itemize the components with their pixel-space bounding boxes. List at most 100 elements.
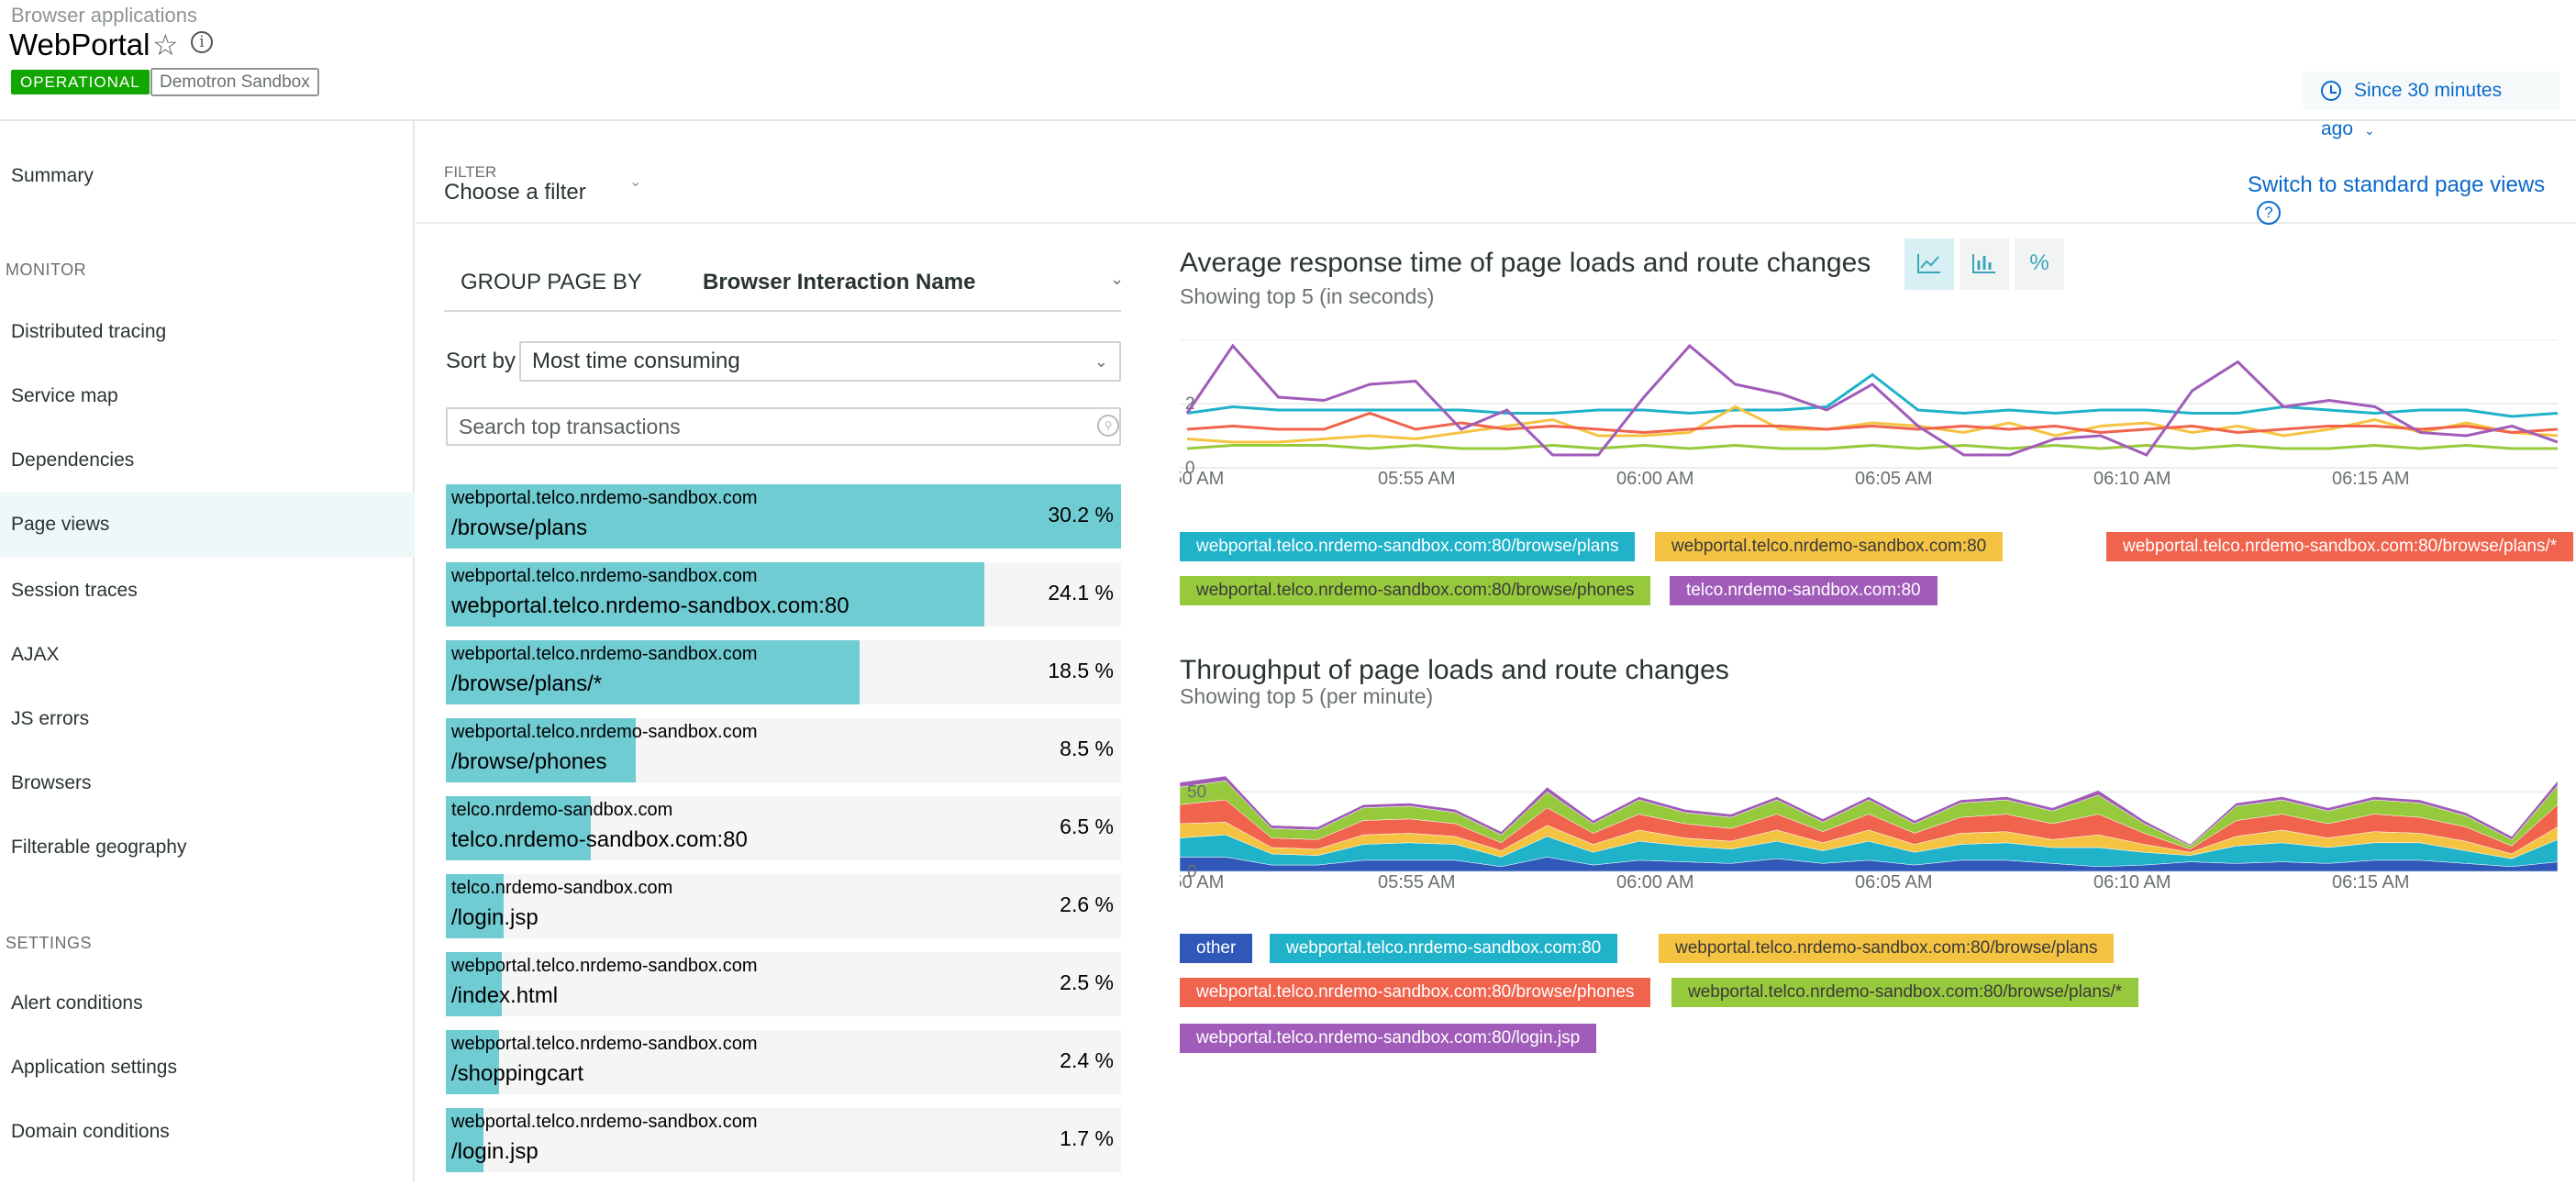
chart-subtitle: Showing top 5 (in seconds) xyxy=(1180,284,1435,308)
sidebar-item-service-map[interactable]: Service map xyxy=(0,364,415,428)
transaction-row[interactable]: webportal.telco.nrdemo-sandbox.com/shopp… xyxy=(446,1030,1121,1094)
legend-item[interactable]: webportal.telco.nrdemo-sandbox.com:80/br… xyxy=(2106,532,2574,561)
filter-label: FILTER xyxy=(444,163,497,181)
transaction-row[interactable]: webportal.telco.nrdemo-sandbox.com/brows… xyxy=(446,640,1121,704)
transaction-percent: 24.1 % xyxy=(1048,581,1114,604)
clock-icon xyxy=(2321,81,2341,101)
x-tick-label: :50 AM xyxy=(1180,469,1224,486)
transaction-percent: 1.7 % xyxy=(1060,1126,1114,1150)
line-chart-icon[interactable] xyxy=(1904,238,1954,290)
group-by-value[interactable]: Browser Interaction Name xyxy=(703,270,975,295)
sidebar-item-dependencies[interactable]: Dependencies xyxy=(0,428,415,493)
transaction-row[interactable]: webportal.telco.nrdemo-sandbox.com webpor… xyxy=(446,562,1121,626)
transaction-percent: 18.5 % xyxy=(1048,659,1114,682)
sidebar-item-application-settings[interactable]: Application settings xyxy=(0,1036,415,1100)
x-tick-label: 05:55 AM xyxy=(1378,872,1456,890)
switch-view-label[interactable]: Switch to standard page views xyxy=(2248,172,2545,197)
transaction-row[interactable]: webportal.telco.nrdemo-sandbox.com/brows… xyxy=(446,484,1121,549)
legend-item[interactable]: webportal.telco.nrdemo-sandbox.com:80 xyxy=(1270,934,1618,963)
time-picker[interactable]: Since 30 minutes ago ⌄ xyxy=(2303,72,2559,139)
app-header: Browser applications WebPortal ☆ i OPERA… xyxy=(0,0,2576,139)
legend-item[interactable]: webportal.telco.nrdemo-sandbox.com:80/br… xyxy=(1671,978,2139,1007)
percent-button[interactable]: % xyxy=(2015,238,2064,290)
info-icon[interactable]: i xyxy=(191,31,213,53)
transaction-name: /login.jsp xyxy=(451,1139,539,1164)
transaction-percent: 6.5 % xyxy=(1060,815,1114,838)
sidebar-item-summary[interactable]: Summary xyxy=(0,144,415,208)
status-badge: OPERATIONAL xyxy=(11,70,150,94)
throughput-chart-header: Throughput of page loads and route chang… xyxy=(1180,655,1729,709)
x-tick-label: :50 AM xyxy=(1180,872,1224,890)
transaction-host: webportal.telco.nrdemo-sandbox.com xyxy=(451,722,758,742)
sidebar-item-domain-conditions[interactable]: Domain conditions xyxy=(0,1100,415,1164)
sidebar-heading-settings: SETTINGS xyxy=(6,934,93,952)
filter-bar: FILTER Choose a filter ⌄ Switch to stand… xyxy=(416,121,2576,225)
transaction-host: webportal.telco.nrdemo-sandbox.com xyxy=(451,488,758,508)
search-icon[interactable]: ⚲ xyxy=(1097,415,1119,437)
response-time-chart-header: Average response time of page loads and … xyxy=(1180,248,1871,309)
transaction-host: webportal.telco.nrdemo-sandbox.com xyxy=(451,1034,758,1054)
transaction-percent: 2.5 % xyxy=(1060,970,1114,994)
help-icon[interactable]: ? xyxy=(2257,201,2281,225)
transaction-percent: 2.4 % xyxy=(1060,1048,1114,1072)
x-tick-label: 06:00 AM xyxy=(1616,872,1694,890)
transaction-list: webportal.telco.nrdemo-sandbox.com/brows… xyxy=(446,484,1121,1186)
transaction-host: telco.nrdemo-sandbox.com xyxy=(451,878,673,898)
x-tick-label: 06:15 AM xyxy=(2332,872,2410,890)
chevron-down-icon[interactable]: ⌄ xyxy=(629,172,641,191)
legend-item[interactable]: webportal.telco.nrdemo-sandbox.com:80/br… xyxy=(1180,978,1651,1007)
transaction-percent: 30.2 % xyxy=(1048,503,1114,526)
switch-view-link[interactable]: Switch to standard page views? xyxy=(2248,172,2576,225)
sidebar-item-session-traces[interactable]: Session traces xyxy=(0,559,415,623)
sort-label: Sort by xyxy=(446,349,516,373)
legend-item[interactable]: webportal.telco.nrdemo-sandbox.com:80/br… xyxy=(1659,934,2115,963)
transaction-host: webportal.telco.nrdemo-sandbox.com xyxy=(451,1112,758,1132)
legend-item[interactable]: webportal.telco.nrdemo-sandbox.com:80/br… xyxy=(1180,532,1636,561)
transaction-name: /login.jsp xyxy=(451,905,539,930)
sidebar-item-js-errors[interactable]: JS errors xyxy=(0,687,415,751)
sidebar-item-page-views[interactable]: Page views xyxy=(0,493,415,557)
chevron-down-icon: ⌄ xyxy=(1094,352,1108,371)
sidebar-item-filterable-geography[interactable]: Filterable geography xyxy=(0,815,415,880)
transaction-name: /browse/plans/* xyxy=(451,671,603,696)
chevron-down-icon[interactable]: ⌄ xyxy=(1110,270,1124,289)
transaction-row[interactable]: webportal.telco.nrdemo-sandbox.com/brows… xyxy=(446,718,1121,782)
sidebar: Summary MONITOR Distributed tracing Serv… xyxy=(0,121,415,1181)
group-by-dropdown[interactable]: GROUP PAGE BY Browser Interaction Name ⌄ xyxy=(444,259,1124,312)
sidebar-item-distributed-tracing[interactable]: Distributed tracing xyxy=(0,300,415,364)
sidebar-heading-monitor: MONITOR xyxy=(6,260,87,279)
y-tick-label: 50 xyxy=(1187,782,1206,802)
filter-dropdown[interactable]: Choose a filter xyxy=(444,180,586,205)
transaction-name: /browse/phones xyxy=(451,749,607,774)
transaction-name: /shoppingcart xyxy=(451,1061,584,1086)
x-tick-label: 06:10 AM xyxy=(2093,872,2171,890)
chart-subtitle: Showing top 5 (per minute) xyxy=(1180,684,1434,708)
transaction-row[interactable]: telco.nrdemo-sandbox.com/login.jsp 2.6 % xyxy=(446,874,1121,938)
bar-chart-icon[interactable] xyxy=(1960,238,2009,290)
transaction-percent: 8.5 % xyxy=(1060,737,1114,760)
transaction-row[interactable]: webportal.telco.nrdemo-sandbox.com/index… xyxy=(446,952,1121,1016)
legend-item[interactable]: webportal.telco.nrdemo-sandbox.com:80/lo… xyxy=(1180,1024,1597,1053)
transaction-row[interactable]: telco.nrdemo-sandbox.com telco.nrdemo-san… xyxy=(446,796,1121,860)
legend-item[interactable]: webportal.telco.nrdemo-sandbox.com:80/br… xyxy=(1180,576,1651,605)
breadcrumb[interactable]: Browser applications xyxy=(11,4,197,28)
sidebar-item-alert-conditions[interactable]: Alert conditions xyxy=(0,971,415,1036)
sidebar-item-ajax[interactable]: AJAX xyxy=(0,623,415,687)
legend-item[interactable]: telco.nrdemo-sandbox.com:80 xyxy=(1670,576,1938,605)
sidebar-item-browsers[interactable]: Browsers xyxy=(0,751,415,815)
legend-item[interactable]: webportal.telco.nrdemo-sandbox.com:80 xyxy=(1655,532,2004,561)
sort-value: Most time consuming xyxy=(532,349,740,373)
sort-select[interactable]: Most time consuming ⌄ xyxy=(519,341,1121,382)
throughput-area-chart: 050:50 AM05:55 AM06:00 AM06:05 AM06:10 A… xyxy=(1180,775,2558,890)
legend-item[interactable]: other xyxy=(1180,934,1253,963)
star-icon[interactable]: ☆ xyxy=(152,28,179,62)
x-tick-label: 06:15 AM xyxy=(2332,469,2410,486)
x-tick-label: 06:10 AM xyxy=(2093,469,2171,486)
transaction-name: telco.nrdemo-sandbox.com:80 xyxy=(451,827,748,852)
chart-title: Throughput of page loads and route chang… xyxy=(1180,655,1729,685)
x-tick-label: 06:05 AM xyxy=(1855,872,1933,890)
main-content: FILTER Choose a filter ⌄ Switch to stand… xyxy=(416,121,2576,1181)
transaction-row[interactable]: webportal.telco.nrdemo-sandbox.com/login… xyxy=(446,1108,1121,1172)
x-tick-label: 06:00 AM xyxy=(1616,469,1694,486)
search-input[interactable] xyxy=(446,407,1121,446)
